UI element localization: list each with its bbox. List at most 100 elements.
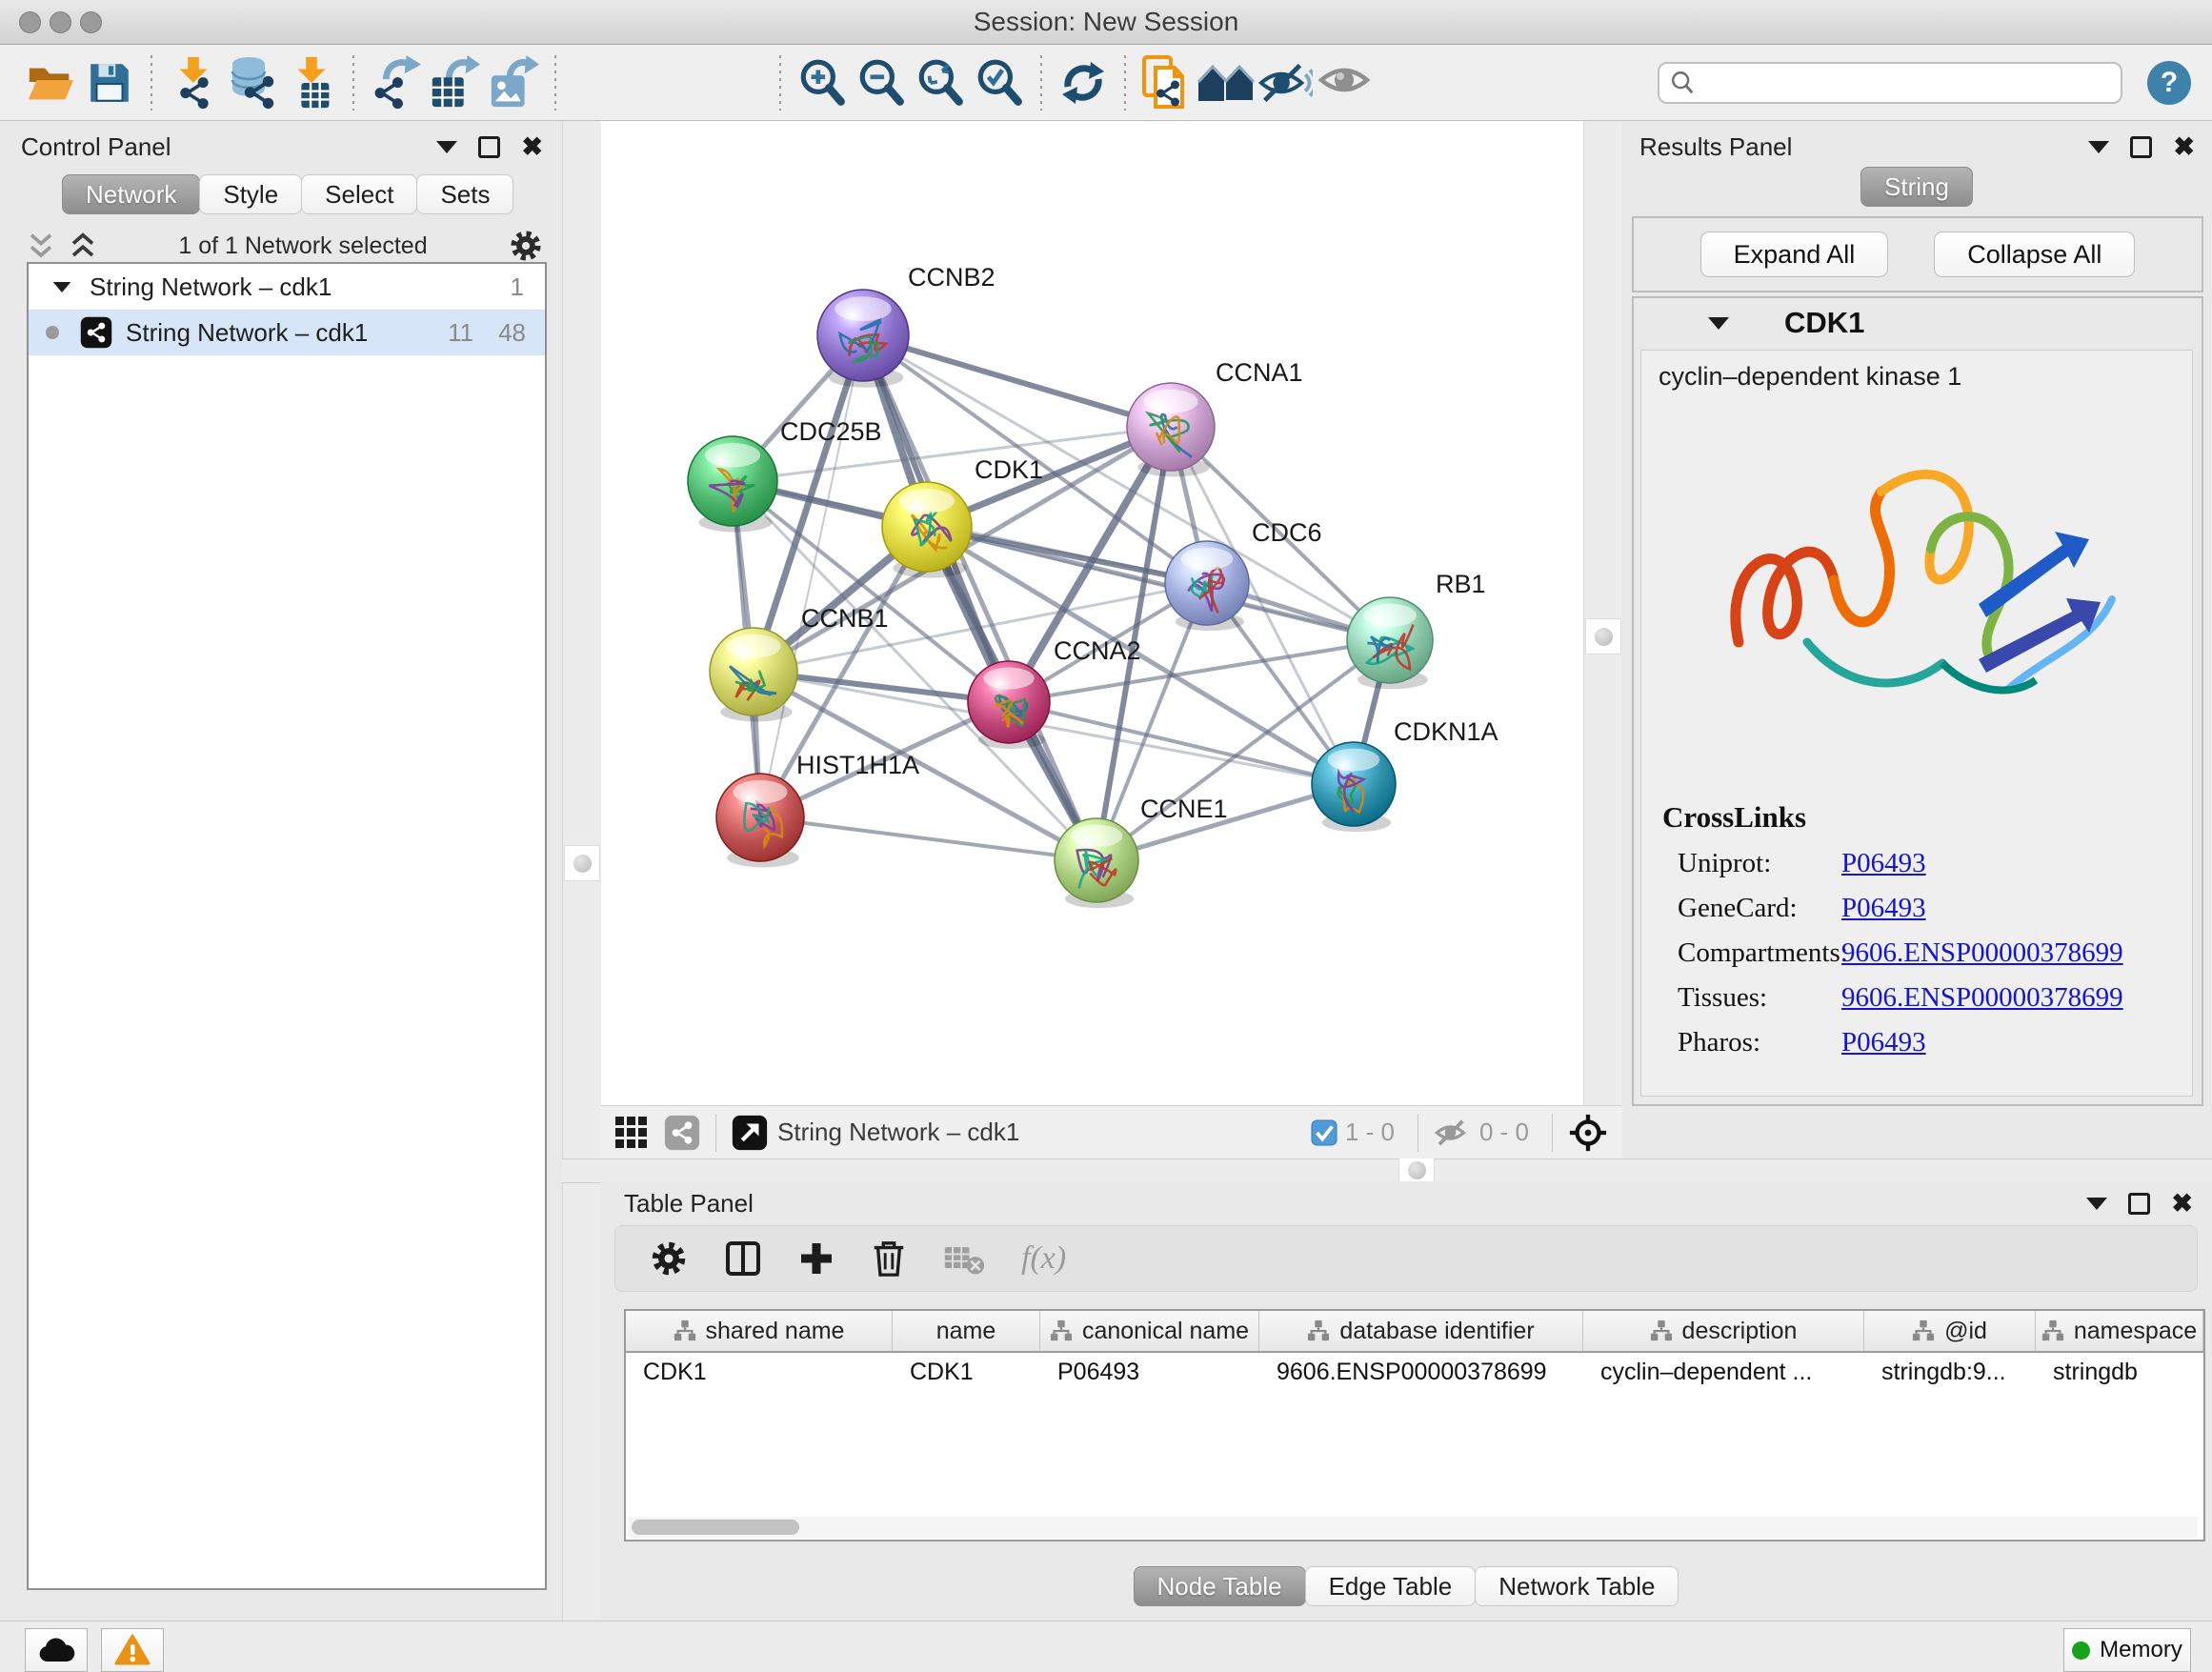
import-network-from-database-button[interactable] [223,53,282,112]
crosslink-link[interactable]: P06493 [1841,1027,1926,1058]
tab-network-table[interactable]: Network Table [1475,1566,1679,1606]
table-cell[interactable]: P06493 [1040,1353,1259,1391]
search-input[interactable] [1696,68,2111,97]
network-edge-CCNB2-CCNA1[interactable] [863,335,1171,427]
search-box[interactable] [1658,62,2122,104]
window-minimize-button[interactable] [50,11,71,33]
table-cell[interactable]: cyclin–dependent ... [1583,1353,1864,1391]
column-header-namespace[interactable]: namespace [2036,1311,2203,1351]
results-panel-menu-icon[interactable] [2088,141,2109,153]
tab-edge-table[interactable]: Edge Table [1305,1566,1477,1606]
tab-network[interactable]: Network [62,174,200,214]
network-node-rb1[interactable]: RB1 [1347,570,1486,689]
crosslink-link[interactable]: P06493 [1841,848,1926,879]
cloud-button[interactable] [25,1628,88,1672]
birds-eye-grid-icon[interactable] [614,1116,649,1150]
help-button[interactable]: ? [2147,61,2191,105]
window-close-button[interactable] [19,11,41,33]
warnings-button[interactable] [101,1628,164,1672]
column-header-name[interactable]: name [893,1311,1040,1351]
expand-all-button[interactable]: Expand All [1700,232,1889,277]
network-share-badge-icon[interactable] [664,1115,700,1151]
table-panel-close-icon[interactable]: ✖ [2171,1191,2193,1217]
network-node-ccne1[interactable]: CCNE1 [1055,795,1228,908]
tab-select[interactable]: Select [301,174,417,214]
horizontal-splitter-handle[interactable] [1408,1161,1426,1179]
tab-style[interactable]: Style [199,174,302,214]
open-session-button[interactable] [21,53,80,112]
table-panel-menu-icon[interactable] [2086,1198,2107,1210]
collapse-all-icon[interactable] [27,232,55,260]
apply-style-refresh-button[interactable] [1054,53,1113,112]
network-canvas[interactable]: CCNB2CCNA1CDC25BCDK1CDC6RB1CCNB1CCNA2CDK… [601,121,1583,1105]
table-cell[interactable]: CDK1 [893,1353,1040,1391]
memory-button[interactable]: Memory [2063,1628,2191,1672]
delete-column-trash-icon[interactable] [871,1239,907,1278]
home-networks-button[interactable] [1196,53,1256,112]
zoom-out-button[interactable] [852,53,911,112]
expand-all-icon[interactable] [69,232,97,260]
control-panel-close-icon[interactable]: ✖ [521,134,543,160]
left-splitter[interactable] [562,121,602,1620]
save-session-button[interactable] [80,53,139,112]
collapse-all-button[interactable]: Collapse All [1934,232,2135,277]
zoom-selected-button[interactable] [970,53,1029,112]
open-in-window-icon[interactable] [732,1115,768,1151]
cdk1-section-header[interactable]: CDK1 [1634,298,2202,348]
export-table-button[interactable] [425,53,484,112]
right-splitter-handle[interactable] [1595,628,1613,646]
crosslink-link[interactable]: P06493 [1841,893,1926,924]
network-options-gear-icon[interactable] [509,229,543,263]
control-panel-float-icon[interactable] [478,136,500,158]
horizontal-splitter[interactable] [562,1158,2212,1183]
table-row[interactable]: CDK1CDK1P064939606.ENSP00000378699cyclin… [626,1353,2203,1391]
left-splitter-handle[interactable] [573,855,592,873]
hide-labels-button[interactable] [1256,53,1315,112]
import-network-button[interactable] [164,53,223,112]
table-cell[interactable]: stringdb [2036,1353,2203,1391]
collection-expand-icon[interactable] [53,281,71,292]
export-network-button[interactable] [366,53,425,112]
zoom-fit-button[interactable] [911,53,970,112]
right-splitter[interactable] [1583,121,1623,1158]
column-header-canonical-name[interactable]: canonical name [1040,1311,1259,1351]
crosslink-link[interactable]: 9606.ENSP00000378699 [1841,937,2123,969]
export-image-button[interactable] [484,53,543,112]
add-column-plus-icon[interactable] [798,1240,835,1277]
cdk1-collapse-icon[interactable] [1708,317,1729,330]
tab-node-table[interactable]: Node Table [1134,1566,1306,1606]
column-header-shared-name[interactable]: shared name [626,1311,893,1351]
network-edge-CCNB2-CCNE1[interactable] [863,335,1096,860]
network-row[interactable]: String Network – cdk1 11 48 [29,310,545,355]
tab-sets[interactable]: Sets [416,174,513,214]
network-node-ccna1[interactable]: CCNA1 [1127,358,1303,476]
table-settings-gear-icon[interactable] [650,1239,688,1278]
show-columns-icon[interactable] [724,1239,762,1278]
results-panel-float-icon[interactable] [2130,136,2152,158]
network-node-hist1h1a[interactable]: HIST1H1A [716,751,919,867]
table-cell[interactable]: stringdb:9... [1864,1353,2036,1391]
show-graphics-details-button[interactable] [1315,53,1374,112]
window-zoom-button[interactable] [80,11,102,33]
table-horizontal-scrollbar[interactable] [628,1517,2198,1538]
table-cell[interactable]: 9606.ENSP00000378699 [1259,1353,1583,1391]
column-header-description[interactable]: description [1583,1311,1864,1351]
network-edge-HIST1H1A-CCNE1[interactable] [760,817,1096,860]
crosslink-link[interactable]: 9606.ENSP00000378699 [1841,982,2123,1014]
column-header-database-identifier[interactable]: database identifier [1259,1311,1583,1351]
network-edge-CCNB2-HIST1H1A[interactable] [760,335,863,817]
network-node-cdkn1a[interactable]: CDKN1A [1312,717,1498,832]
tab-string[interactable]: String [1860,167,1973,207]
results-panel-close-icon[interactable]: ✖ [2173,134,2195,160]
table-panel-float-icon[interactable] [2128,1193,2150,1215]
crosshair-icon[interactable] [1568,1113,1608,1153]
table-cell[interactable]: CDK1 [626,1353,893,1391]
selected-checkbox-icon[interactable] [1311,1119,1337,1146]
table-scrollbar-thumb[interactable] [632,1520,799,1535]
import-table-button[interactable] [282,53,341,112]
clone-network-button[interactable] [1137,53,1196,112]
column-header-at-id[interactable]: @id [1864,1311,2036,1351]
zoom-in-button[interactable] [793,53,852,112]
control-panel-menu-icon[interactable] [436,141,457,153]
network-collection-row[interactable]: String Network – cdk1 1 [29,264,545,310]
